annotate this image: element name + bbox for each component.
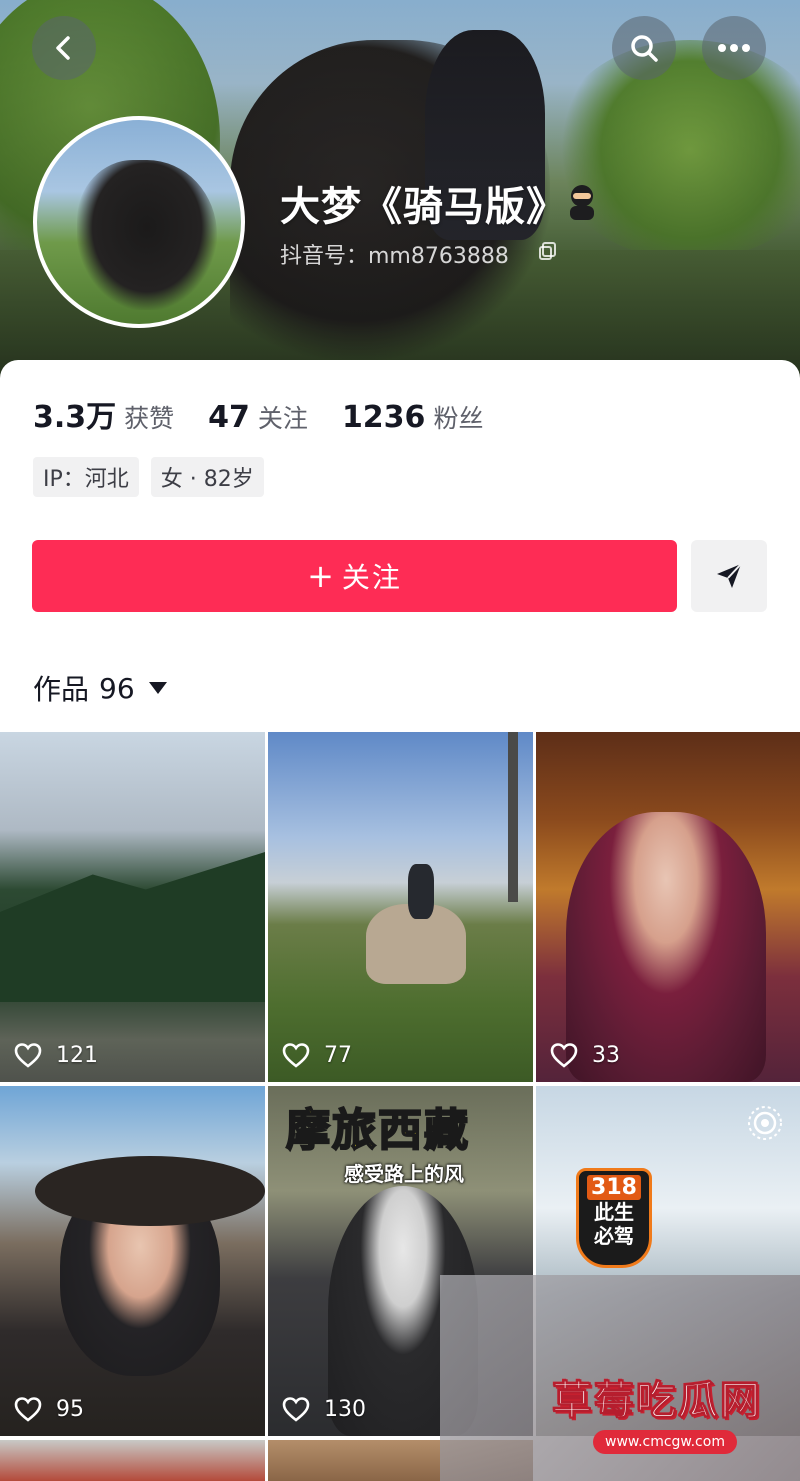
heart-icon bbox=[550, 1043, 578, 1068]
copy-icon[interactable] bbox=[537, 240, 559, 262]
send-message-button[interactable] bbox=[691, 540, 767, 612]
works-label: 作品 bbox=[33, 673, 90, 706]
heart-icon bbox=[14, 1397, 42, 1422]
video-overlay-title: 摩旅西藏 bbox=[285, 1104, 470, 1157]
route-318-sign: 318 此生 必驾 bbox=[576, 1168, 652, 1268]
profile-tags: IP：河北 女 · 82岁 bbox=[33, 457, 276, 497]
video-thumbnail[interactable]: 121 bbox=[0, 732, 265, 1082]
profile-page: 大梦《骑马版》 抖音号：mm8763888 3.3万 获赞 47 关注 1236… bbox=[0, 0, 800, 1481]
video-thumbnail[interactable]: 33 bbox=[536, 732, 800, 1082]
profile-name: 大梦《骑马版》 bbox=[280, 184, 567, 230]
likes-count: 3.3万 bbox=[33, 400, 117, 435]
watermark-url: www.cmcgw.com bbox=[593, 1430, 737, 1454]
video-thumbnail[interactable]: 77 bbox=[268, 732, 533, 1082]
heart-icon bbox=[282, 1397, 310, 1422]
send-message-icon bbox=[717, 563, 742, 588]
following-label[interactable]: 关注 bbox=[258, 399, 308, 435]
live-photo-icon bbox=[748, 1106, 782, 1140]
back-button[interactable] bbox=[32, 16, 96, 80]
follow-button[interactable]: + 关注 bbox=[32, 540, 677, 612]
chevron-left-icon bbox=[56, 36, 70, 60]
heart-icon bbox=[14, 1043, 42, 1068]
watermark-title: 草莓吃瓜网 bbox=[552, 1378, 762, 1425]
plus-icon: + bbox=[307, 557, 336, 595]
video-thumbnail[interactable] bbox=[0, 1440, 265, 1481]
following-count[interactable]: 47 bbox=[208, 400, 250, 435]
works-count: 96 bbox=[99, 671, 135, 705]
more-dots-icon bbox=[718, 44, 750, 52]
video-overlay-subtitle: 感受路上的风 bbox=[344, 1162, 464, 1186]
ninja-emoji-icon bbox=[570, 185, 594, 220]
search-icon bbox=[631, 35, 658, 62]
avatar[interactable] bbox=[33, 116, 245, 328]
caret-down-icon bbox=[148, 682, 167, 694]
more-button[interactable] bbox=[702, 16, 766, 80]
follow-label: 关注 bbox=[341, 561, 402, 594]
followers-count[interactable]: 1236 bbox=[342, 400, 426, 435]
profile-card: 3.3万 获赞 47 关注 1236 粉丝 IP：河北 女 · 82岁 + 关注… bbox=[0, 360, 800, 732]
gender-age-tag: 女 · 82岁 bbox=[150, 457, 264, 497]
followers-label[interactable]: 粉丝 bbox=[433, 399, 483, 435]
likes-label[interactable]: 获赞 bbox=[124, 399, 174, 435]
ip-location-tag: IP：河北 bbox=[33, 457, 139, 497]
like-count: 77 bbox=[282, 1042, 352, 1068]
like-count: 95 bbox=[14, 1396, 84, 1422]
like-count: 33 bbox=[550, 1042, 620, 1068]
heart-icon bbox=[282, 1043, 310, 1068]
like-count: 130 bbox=[282, 1396, 366, 1422]
search-button[interactable] bbox=[612, 16, 676, 80]
stats-row: 3.3万 获赞 47 关注 1236 粉丝 bbox=[33, 392, 517, 436]
works-tab[interactable]: 作品 96 bbox=[33, 668, 167, 708]
video-thumbnail[interactable]: 95 bbox=[0, 1086, 265, 1436]
like-count: 121 bbox=[14, 1042, 98, 1068]
profile-handle: 抖音号：mm8763888 bbox=[280, 244, 509, 269]
